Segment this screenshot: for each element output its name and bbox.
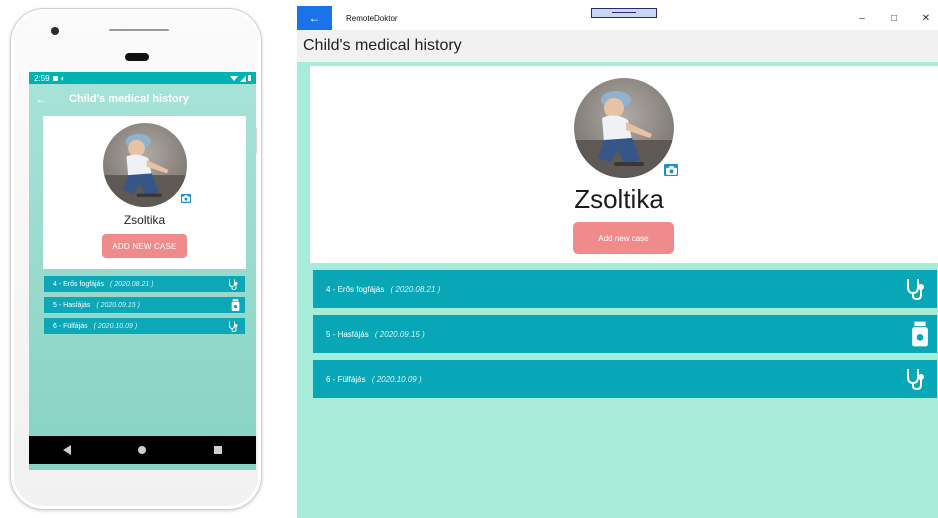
android-nav-bar [29,436,256,464]
case-row[interactable]: 5 - Hasfájás ( 2020.09.15 ) [313,315,937,353]
nav-back-icon[interactable] [62,445,71,455]
case-date: ( 2020.10.09 ) [93,322,138,330]
back-arrow-icon[interactable]: ← [35,92,55,106]
child-name: Zsoltika [574,184,664,214]
avatar-photo [103,123,187,207]
battery-icon [248,75,251,81]
case-row[interactable]: 4 - Erős fogfájás ( 2020.08.21 ) [313,270,937,308]
mobile-page-title: Child's medical history [69,93,189,105]
stethoscope-icon [229,279,238,290]
back-arrow-icon[interactable]: ← [297,6,332,30]
stethoscope-icon [229,321,238,332]
phone-screen: 2:59 ◐ ◢ ← Child's medical history Zsolt… [29,72,256,470]
wifi-icon [229,75,238,81]
signal-icon: ◢ [239,73,246,83]
case-date: ( 2020.10.09 ) [371,374,422,384]
camera-icon[interactable] [662,162,680,178]
earpiece [125,53,149,61]
add-new-case-button[interactable]: ADD NEW CASE [102,234,187,258]
case-row[interactable]: 6 - Fülfájás ( 2020.10.09 ) [44,318,245,334]
drag-handle[interactable] [591,8,657,18]
page-title: Child's medical history [303,37,462,54]
case-date: ( 2020.08.21 ) [390,284,441,294]
case-name: Hasfájás [63,301,91,309]
case-id: 4 [53,280,57,288]
nav-home-icon[interactable] [138,446,147,454]
stethoscope-icon [907,279,924,300]
case-name: Hasfájás [337,329,369,339]
stethoscope-icon [907,369,924,390]
window-titlebar: ← RemoteDoktor – □ ✕ [297,6,938,30]
camera-icon[interactable] [179,192,193,205]
camera-glyph [182,195,190,202]
case-name: Fülfájás [337,374,366,384]
case-id: 4 [326,284,331,294]
case-date: ( 2020.09.15 ) [96,301,140,309]
avatar[interactable] [574,78,680,178]
case-id: 6 [53,322,57,330]
maximize-icon[interactable]: □ [878,6,910,30]
front-camera [51,27,59,35]
child-photo-illustration [103,133,187,207]
child-photo-illustration [574,91,674,178]
page-header: Child's medical history [297,30,938,62]
desktop-window: ← RemoteDoktor – □ ✕ Child's medical his… [297,6,938,518]
case-id: 5 [53,301,57,309]
mobile-app-bar: ← Child's medical history [29,84,256,114]
sync-icon: ◐ [60,73,66,83]
window-controls: – □ ✕ [846,6,938,30]
status-bar: 2:59 ◐ ◢ [29,72,256,84]
minimize-icon[interactable]: – [846,6,878,30]
child-name: Zsoltika [123,213,166,227]
mobile-profile-card: Zsoltika ADD NEW CASE [43,116,246,269]
status-time: 2:59 [34,73,50,83]
case-name: Erős fogfájás [63,280,104,288]
case-row[interactable]: 4 - Erős fogfájás ( 2020.08.21 ) [44,276,245,292]
window-title: RemoteDoktor [346,13,398,23]
close-icon[interactable]: ✕ [910,6,938,30]
case-name: Erős fogfájás [337,284,385,294]
case-id: 5 [326,329,331,339]
camera-glyph [665,165,677,175]
nav-recents-icon[interactable] [214,446,223,454]
mobile-case-list: 4 - Erős fogfájás ( 2020.08.21 ) 5 - Has… [44,276,245,339]
case-date: ( 2020.08.21 ) [109,280,154,288]
case-row[interactable]: 6 - Fülfájás ( 2020.10.09 ) [313,360,937,398]
profile-card: Zsoltika Add new case [310,66,938,263]
medicine-bottle-icon [912,321,928,347]
case-name: Fülfájás [63,322,88,330]
case-list: 4 - Erős fogfájás ( 2020.08.21 ) 5 - Has… [313,270,937,405]
notification-icon [52,75,58,81]
case-date: ( 2020.09.15 ) [374,329,425,339]
avatar-photo [574,78,674,178]
case-row[interactable]: 5 - Hasfájás ( 2020.09.15 ) [44,297,245,313]
case-id: 6 [326,374,331,384]
add-new-case-button[interactable]: Add new case [573,222,674,254]
medicine-bottle-icon [231,299,240,311]
speaker-grille [109,29,169,31]
avatar[interactable] [103,123,193,207]
